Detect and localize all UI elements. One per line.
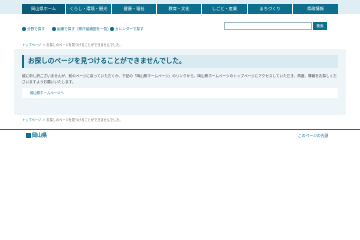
- circle-bullet-icon: [22, 27, 26, 31]
- field-search-link[interactable]: 分野で探す: [22, 25, 45, 33]
- nav-item-town[interactable]: まちづくり: [248, 4, 293, 14]
- search-button[interactable]: 検索: [313, 22, 327, 30]
- breadcrumb-top-link[interactable]: トップページ: [22, 118, 41, 122]
- error-description: 誠に申し訳ございませんが、前のページに戻っていただくか、下記の「岡山県ホームペー…: [22, 74, 337, 84]
- main-content: お探しのページを見つけることができませんでした。 誠に申し訳ございませんが、前の…: [14, 49, 346, 115]
- nav-item-life[interactable]: くらし・環境・観光: [66, 4, 112, 14]
- calendar-search-link[interactable]: カレンダーで探す: [110, 25, 144, 33]
- global-nav: 岡山県ホーム くらし・環境・観光 健康・福祉 教育・文化 しごと・産業 まちづく…: [22, 4, 338, 14]
- page-title: お探しのページを見つけることができませんでした。: [22, 55, 338, 68]
- nav-item-education[interactable]: 教育・文化: [157, 4, 202, 14]
- nav-item-home[interactable]: 岡山県ホーム: [22, 4, 66, 14]
- organization-search-link[interactable]: 組織で探す（県庁組織図を一覧）: [52, 25, 111, 33]
- home-link-box: 岡山県ホームページへ: [22, 88, 338, 98]
- search-input[interactable]: [224, 22, 312, 30]
- footer-divider: [0, 129, 360, 130]
- breadcrumb-top-link[interactable]: トップページ: [22, 43, 41, 47]
- circle-bullet-icon: [110, 27, 114, 31]
- prefecture-logo-icon: [26, 133, 31, 138]
- breadcrumb-bottom: トップページ ＞ お探しのページを見つけることができませんでした。: [22, 117, 122, 122]
- breadcrumb-current: お探しのページを見つけることができませんでした。: [46, 118, 123, 122]
- breadcrumb-separator: ＞: [42, 118, 46, 122]
- circle-bullet-icon: [52, 27, 56, 31]
- page-top-link[interactable]: このページの先頭: [298, 133, 328, 139]
- breadcrumb: トップページ ＞ お探しのページを見つけることができませんでした。: [22, 42, 122, 47]
- nav-item-prefecture[interactable]: 県政情報: [293, 4, 338, 14]
- top-band: 岡山県ホーム くらし・環境・観光 健康・福祉 教育・文化 しごと・産業 まちづく…: [0, 0, 360, 14]
- nav-item-work[interactable]: しごと・産業: [202, 4, 248, 14]
- footer-logo[interactable]: 岡山県: [26, 132, 47, 140]
- breadcrumb-current: お探しのページを見つけることができませんでした。: [46, 43, 123, 47]
- home-link[interactable]: 岡山県ホームページへ: [30, 91, 64, 95]
- nav-item-health[interactable]: 健康・福祉: [112, 4, 157, 14]
- breadcrumb-separator: ＞: [42, 43, 46, 47]
